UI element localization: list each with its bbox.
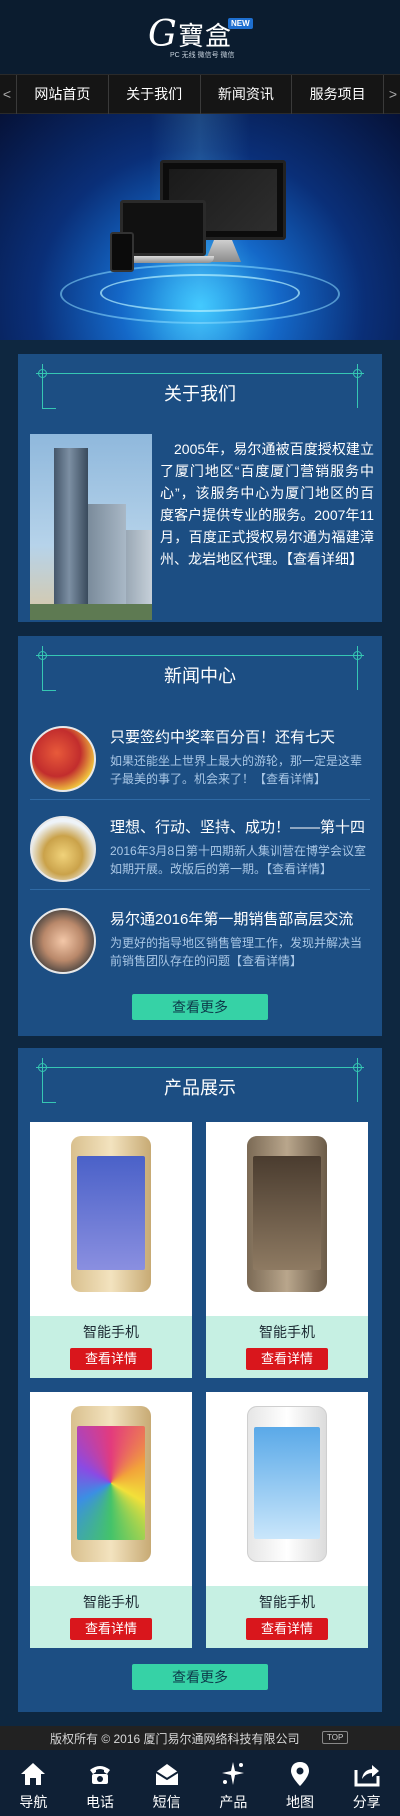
toolbar-label: 短信 (152, 1794, 181, 1810)
product-card[interactable]: 智能手机 查看详情 (30, 1392, 192, 1648)
logo-letter: G (148, 14, 177, 55)
copyright-text: 版权所有 © 2016 厦门易尔通网络科技有限公司 (50, 1732, 300, 1746)
product-detail-button[interactable]: 查看详情 (246, 1348, 328, 1370)
product-name: 智能手机 (259, 1594, 315, 1610)
product-card[interactable]: 智能手机 查看详情 (206, 1122, 368, 1378)
product-detail-button[interactable]: 查看详情 (70, 1348, 152, 1370)
nav-item-home[interactable]: 网站首页 (16, 75, 109, 115)
header: G 寶盒 NEW PC 无线 微信号 微信 (0, 0, 400, 74)
news-thumbnail (30, 908, 96, 974)
toolbar-products[interactable]: 产品 (200, 1750, 267, 1816)
toolbar-nav[interactable]: 导航 (0, 1750, 67, 1816)
toolbar-label: 电话 (86, 1794, 114, 1810)
share-icon (354, 1765, 380, 1787)
toolbar-sms[interactable]: 短信 (133, 1750, 200, 1816)
news-item[interactable]: 只要签约中奖率百分百！还有七天 如果还能坐上世界上最大的游轮，那一定是这辈子最美… (30, 718, 370, 800)
section-header: 关于我们 (18, 354, 382, 414)
banner-ring-inner (100, 274, 300, 312)
sparkle-icon (222, 1762, 245, 1785)
about-section: 关于我们 2005年，易尔通被百度授权建立了厦门地区“百度厦门营销服务中心”，该… (18, 352, 382, 622)
banner-tablet-image (110, 232, 134, 272)
toolbar-label: 分享 (352, 1794, 381, 1810)
news-item[interactable]: 理想、行动、坚持、成功！——第十四 2016年3月8日第十四期新人集训营在博学会… (30, 808, 370, 890)
about-title: 关于我们 (164, 384, 236, 404)
product-detail-button[interactable]: 查看详情 (246, 1618, 328, 1640)
news-item-title[interactable]: 只要签约中奖率百分百！还有七天 (110, 726, 372, 747)
product-name: 智能手机 (83, 1324, 139, 1340)
phone-icon (90, 1766, 110, 1784)
toolbar-phone[interactable]: 电话 (67, 1750, 134, 1816)
products-section: 产品展示 智能手机 查看详情 智能手机 查看详情 智能手机 查看详情 智能手机 … (18, 1046, 382, 1712)
logo-new-badge: NEW (228, 18, 253, 29)
back-to-top-button[interactable]: TOP (322, 1731, 349, 1744)
nav-item-services[interactable]: 服务项目 (292, 75, 384, 115)
corner-dot-icon (353, 1063, 362, 1072)
home-icon (21, 1763, 46, 1785)
bottom-toolbar: 导航 电话 短信 产品 地图 分享 (0, 1750, 400, 1816)
phone-image (247, 1406, 327, 1562)
logo-name: 寶盒 (178, 22, 233, 52)
nav-left-arrow[interactable]: < (0, 75, 14, 115)
nav-right-arrow[interactable]: > (386, 75, 400, 115)
toolbar-label: 产品 (219, 1794, 248, 1810)
toolbar-map[interactable]: 地图 (267, 1750, 334, 1816)
news-section: 新闻中心 只要签约中奖率百分百！还有七天 如果还能坐上世界上最大的游轮，那一定是… (18, 634, 382, 1036)
products-more-button[interactable]: 查看更多 (132, 1664, 268, 1690)
section-header: 产品展示 (18, 1048, 382, 1108)
company-building-image (30, 434, 152, 620)
corner-dot-icon (353, 369, 362, 378)
message-icon (155, 1764, 179, 1785)
phone-image (71, 1136, 151, 1292)
news-thumbnail (30, 726, 96, 792)
corner-dot-icon (38, 369, 47, 378)
hero-banner (0, 114, 400, 340)
logo-subtitle: PC 无线 微信号 微信 (170, 52, 235, 59)
toolbar-label: 地图 (286, 1794, 315, 1810)
news-item-desc: 如果还能坐上世界上最大的游轮，那一定是这辈子最美的事了。机会来了！【查看详情】 (110, 754, 363, 786)
news-thumbnail (30, 816, 96, 882)
products-title: 产品展示 (164, 1078, 236, 1098)
toolbar-share[interactable]: 分享 (333, 1750, 400, 1816)
news-item[interactable]: 易尔通2016年第一期销售部高层交流 为更好的指导地区销售管理工作，发现并解决当… (30, 900, 370, 982)
news-item-desc: 为更好的指导地区销售管理工作，发现并解决当前销售团队存在的问题【查看详情】 (110, 936, 363, 968)
phone-image (71, 1406, 151, 1562)
nav-items: 网站首页 关于我们 新闻资讯 服务项目 (16, 75, 384, 115)
product-detail-button[interactable]: 查看详情 (70, 1618, 152, 1640)
news-title: 新闻中心 (164, 666, 236, 686)
corner-dot-icon (353, 651, 362, 660)
product-card[interactable]: 智能手机 查看详情 (30, 1122, 192, 1378)
news-item-title[interactable]: 理想、行动、坚持、成功！——第十四 (110, 816, 372, 837)
news-item-title[interactable]: 易尔通2016年第一期销售部高层交流 (110, 908, 372, 929)
news-item-desc: 2016年3月8日第十四期新人集训营在博学会议室如期开展。改版后的第一期。【查看… (110, 844, 367, 876)
toolbar-label: 导航 (19, 1794, 48, 1810)
about-text[interactable]: 2005年，易尔通被百度授权建立了厦门地区“百度厦门营销服务中心”，该服务中心为… (160, 438, 374, 570)
map-pin-icon (291, 1762, 310, 1786)
corner-dot-icon (38, 651, 47, 660)
main-nav: < 网站首页 关于我们 新闻资讯 服务项目 > (0, 74, 400, 115)
footer-copyright-bar: 版权所有 © 2016 厦门易尔通网络科技有限公司 TOP (0, 1726, 400, 1750)
section-header: 新闻中心 (18, 636, 382, 696)
news-more-button[interactable]: 查看更多 (132, 994, 268, 1020)
corner-dot-icon (38, 1063, 47, 1072)
product-card[interactable]: 智能手机 查看详情 (206, 1392, 368, 1648)
phone-image (247, 1136, 327, 1292)
logo[interactable]: G 寶盒 NEW PC 无线 微信号 微信 (148, 14, 253, 62)
nav-item-news[interactable]: 新闻资讯 (201, 75, 293, 115)
product-name: 智能手机 (83, 1594, 139, 1610)
nav-item-about[interactable]: 关于我们 (109, 75, 201, 115)
product-name: 智能手机 (259, 1324, 315, 1340)
